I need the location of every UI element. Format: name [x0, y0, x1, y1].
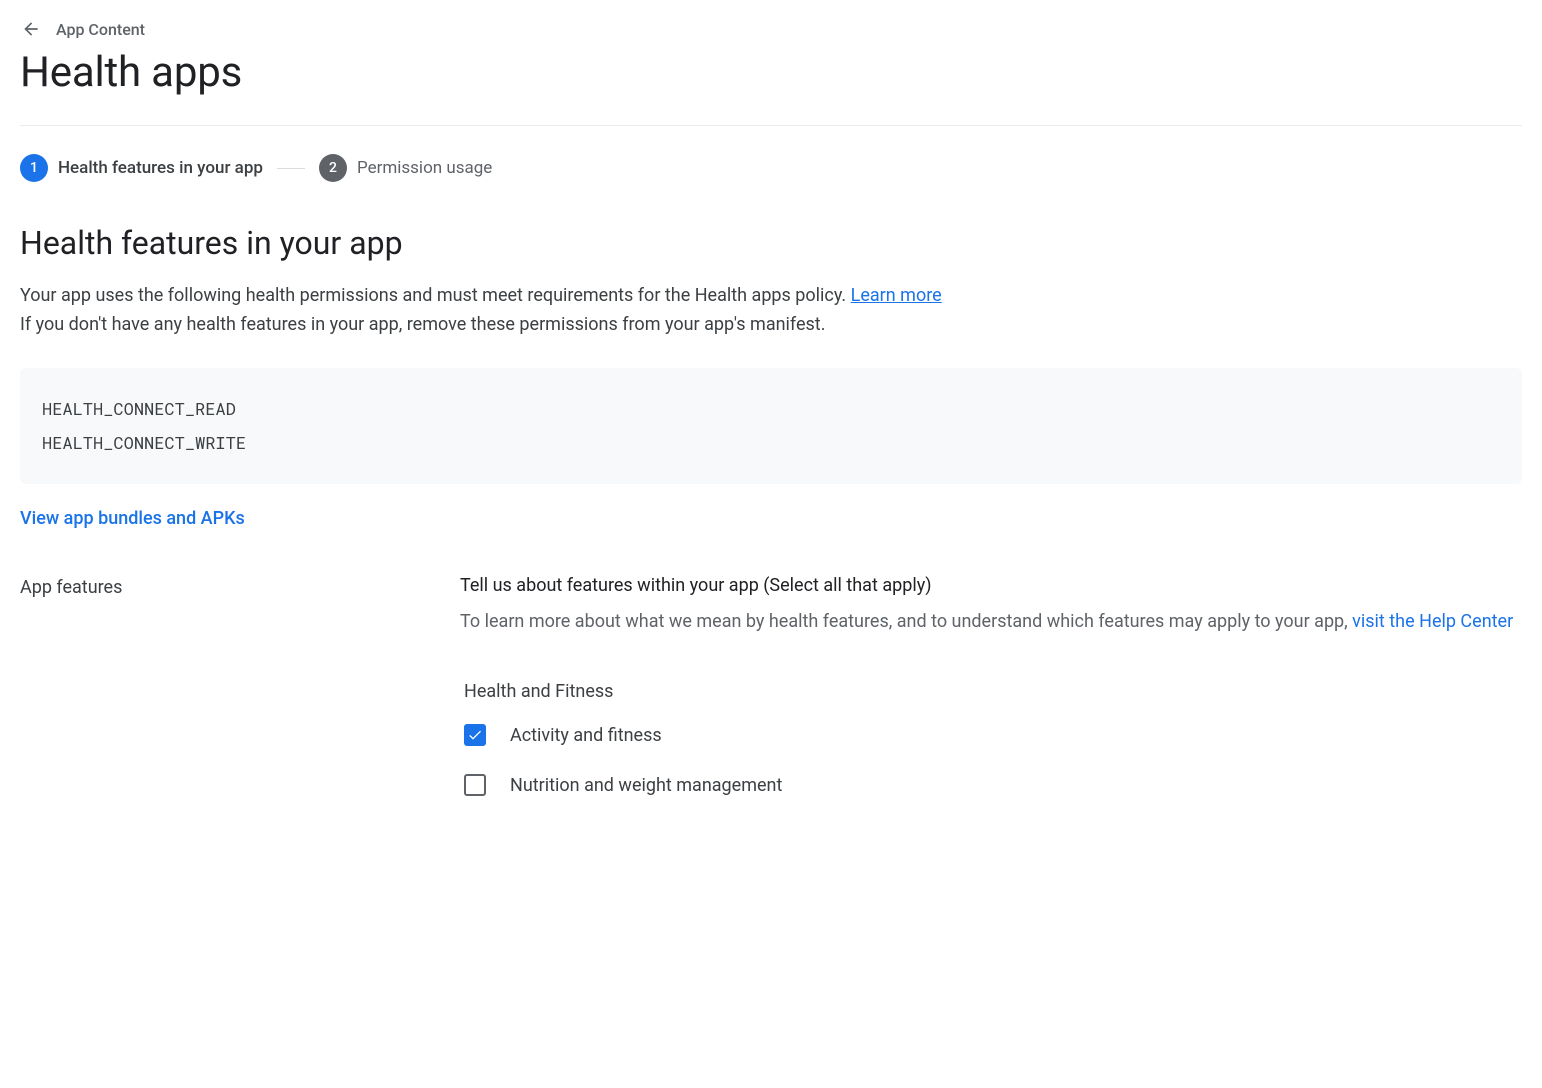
checkbox-nutrition-weight[interactable]: Nutrition and weight management: [464, 774, 1522, 796]
features-sub-pre: To learn more about what we mean by heal…: [460, 611, 1352, 632]
help-center-link[interactable]: visit the Help Center: [1352, 611, 1513, 632]
step-1-circle: 1: [20, 154, 48, 182]
permission-item: HEALTH_CONNECT_READ: [42, 392, 1500, 426]
checkbox-icon: [464, 774, 486, 796]
features-heading: Tell us about features within your app (…: [460, 575, 1522, 596]
step-connector: [277, 168, 305, 169]
breadcrumb[interactable]: App Content: [56, 20, 145, 39]
back-arrow-icon[interactable]: [20, 18, 42, 40]
checkbox-activity-fitness[interactable]: Activity and fitness: [464, 724, 1522, 746]
features-left-label: App features: [20, 575, 420, 825]
permission-item: HEALTH_CONNECT_WRITE: [42, 426, 1500, 460]
view-bundles-link[interactable]: View app bundles and APKs: [20, 508, 245, 529]
divider: [20, 125, 1522, 126]
header-breadcrumb-row: App Content: [20, 18, 1522, 40]
step-2-label: Permission usage: [357, 158, 492, 178]
stepper: 1 Health features in your app 2 Permissi…: [20, 154, 1522, 182]
section-desc-line1: Your app uses the following health permi…: [20, 282, 1522, 311]
features-section: App features Tell us about features with…: [20, 575, 1522, 825]
step-1-label: Health features in your app: [58, 158, 263, 178]
section-desc-text: Your app uses the following health permi…: [20, 285, 851, 306]
step-1[interactable]: 1 Health features in your app: [20, 154, 263, 182]
page-title: Health apps: [20, 48, 1522, 97]
features-subtext: To learn more about what we mean by heal…: [460, 608, 1522, 636]
checkbox-label: Activity and fitness: [510, 725, 662, 746]
permissions-box: HEALTH_CONNECT_READ HEALTH_CONNECT_WRITE: [20, 368, 1522, 484]
checkbox-label: Nutrition and weight management: [510, 775, 782, 796]
checkbox-icon: [464, 724, 486, 746]
section-title: Health features in your app: [20, 224, 1522, 262]
features-group-title: Health and Fitness: [464, 681, 1522, 702]
step-2[interactable]: 2 Permission usage: [319, 154, 492, 182]
section-desc-line2: If you don't have any health features in…: [20, 311, 1522, 340]
learn-more-link[interactable]: Learn more: [851, 285, 942, 306]
step-2-circle: 2: [319, 154, 347, 182]
